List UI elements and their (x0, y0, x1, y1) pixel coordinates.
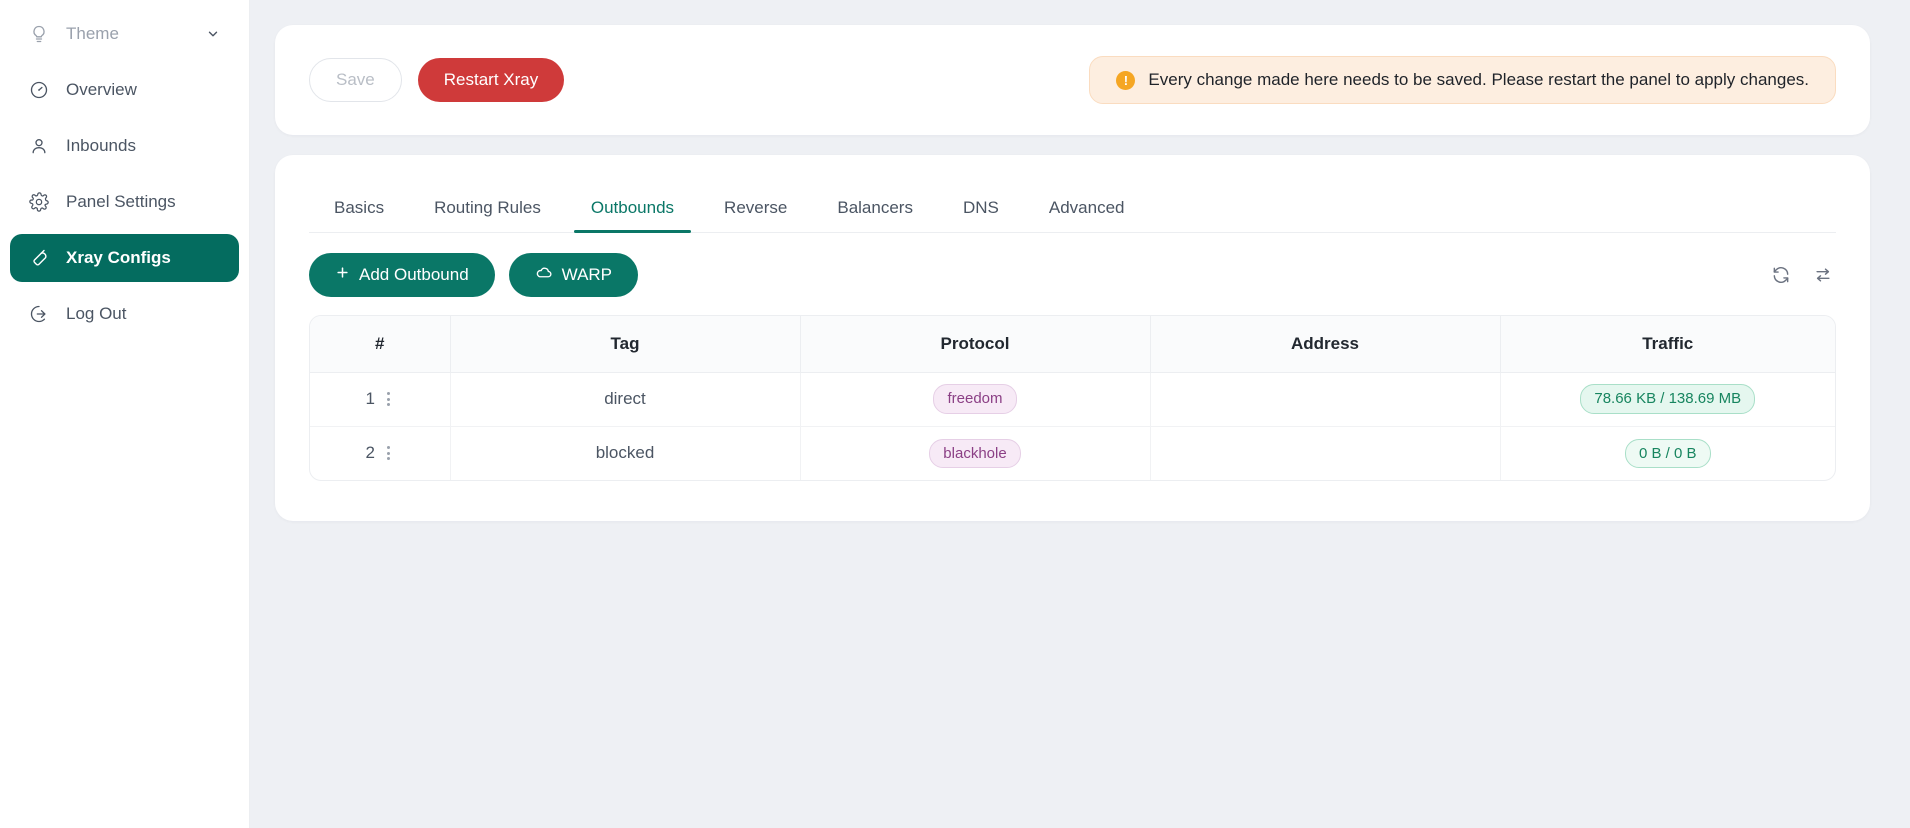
add-outbound-label: Add Outbound (359, 265, 469, 285)
toolbar-card: Save Restart Xray ! Every change made he… (275, 25, 1870, 135)
row-address (1150, 426, 1500, 480)
xray-configs-card: Basics Routing Rules Outbounds Reverse B… (275, 155, 1870, 521)
tab-advanced[interactable]: Advanced (1024, 198, 1150, 232)
gauge-icon (28, 79, 50, 101)
tab-basics[interactable]: Basics (309, 198, 409, 232)
row-protocol-cell: blackhole (800, 426, 1150, 480)
row-index: 1 (366, 389, 375, 409)
add-outbound-button[interactable]: Add Outbound (309, 253, 495, 297)
row-protocol-cell: freedom (800, 372, 1150, 426)
plus-icon (335, 265, 350, 285)
sidebar-item-label: Panel Settings (66, 192, 176, 212)
traffic-badge: 78.66 KB / 138.69 MB (1580, 384, 1755, 414)
sidebar-item-label: Theme (66, 24, 119, 44)
alert-text: Every change made here needs to be saved… (1148, 70, 1809, 90)
sidebar-item-inbounds[interactable]: Inbounds (10, 122, 239, 170)
tab-routing-rules[interactable]: Routing Rules (409, 198, 566, 232)
row-address (1150, 372, 1500, 426)
tab-reverse[interactable]: Reverse (699, 198, 812, 232)
outbounds-table: # Tag Protocol Address Traffic 1 (309, 315, 1836, 481)
save-reminder-alert: ! Every change made here needs to be sav… (1089, 56, 1836, 104)
sidebar-item-label: Inbounds (66, 136, 136, 156)
bulb-icon (28, 23, 50, 45)
row-tag: direct (450, 372, 800, 426)
swap-icon[interactable] (1810, 262, 1836, 288)
restart-xray-button[interactable]: Restart Xray (418, 58, 564, 102)
table-header-row: # Tag Protocol Address Traffic (310, 316, 1835, 372)
warp-button[interactable]: WARP (509, 253, 638, 297)
column-header-protocol: Protocol (800, 316, 1150, 372)
sidebar: Theme Overview (0, 0, 250, 828)
table-row[interactable]: 1 direct freedom 78.66 KB / 138.69 MB (310, 372, 1835, 426)
save-button[interactable]: Save (309, 58, 402, 102)
row-traffic-cell: 78.66 KB / 138.69 MB (1500, 372, 1835, 426)
wrench-icon (28, 247, 50, 269)
sidebar-item-label: Xray Configs (66, 248, 171, 268)
row-tag: blocked (450, 426, 800, 480)
sidebar-item-label: Log Out (66, 304, 127, 324)
row-index-cell: 2 (310, 426, 450, 480)
column-header-tag: Tag (450, 316, 800, 372)
protocol-badge: blackhole (929, 439, 1020, 469)
cloud-icon (535, 264, 553, 287)
config-tabs: Basics Routing Rules Outbounds Reverse B… (309, 155, 1836, 233)
refresh-icon[interactable] (1768, 262, 1794, 288)
logout-icon (28, 303, 50, 325)
main-content: Save Restart Xray ! Every change made he… (250, 0, 1910, 828)
chevron-down-icon[interactable] (205, 26, 221, 42)
table-row[interactable]: 2 blocked blackhole 0 B / 0 B (310, 426, 1835, 480)
traffic-badge: 0 B / 0 B (1625, 439, 1711, 469)
protocol-badge: freedom (933, 384, 1016, 414)
row-menu-icon[interactable] (383, 443, 394, 463)
sidebar-item-log-out[interactable]: Log Out (10, 290, 239, 338)
tab-outbounds[interactable]: Outbounds (566, 198, 699, 232)
sidebar-item-panel-settings[interactable]: Panel Settings (10, 178, 239, 226)
app-root: Theme Overview (0, 0, 1910, 828)
gear-icon (28, 191, 50, 213)
table-tools (1768, 262, 1836, 288)
sidebar-item-label: Overview (66, 80, 137, 100)
exclamation-circle-icon: ! (1116, 71, 1135, 90)
row-traffic-cell: 0 B / 0 B (1500, 426, 1835, 480)
column-header-traffic: Traffic (1500, 316, 1835, 372)
row-index: 2 (366, 443, 375, 463)
row-menu-icon[interactable] (383, 389, 394, 409)
sidebar-item-overview[interactable]: Overview (10, 66, 239, 114)
user-icon (28, 135, 50, 157)
warp-label: WARP (562, 265, 612, 285)
row-index-cell: 1 (310, 372, 450, 426)
tab-balancers[interactable]: Balancers (812, 198, 938, 232)
sidebar-item-xray-configs[interactable]: Xray Configs (10, 234, 239, 282)
column-header-address: Address (1150, 316, 1500, 372)
tab-dns[interactable]: DNS (938, 198, 1024, 232)
column-header-index: # (310, 316, 450, 372)
outbounds-actions: Add Outbound WARP (309, 233, 1836, 315)
sidebar-item-theme[interactable]: Theme (10, 10, 239, 58)
